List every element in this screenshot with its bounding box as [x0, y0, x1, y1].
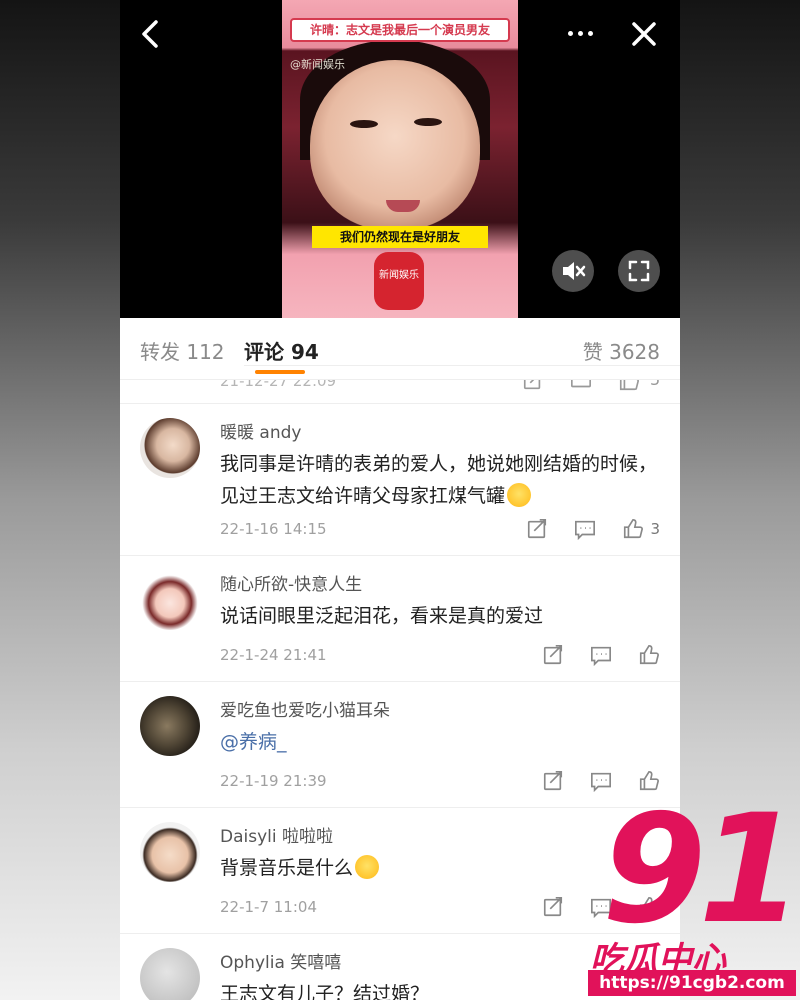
video-subtitle: 我们仍然现在是好朋友 [312, 226, 488, 248]
close-button[interactable] [626, 16, 662, 52]
partial-comment-row: 21-12-27 22:09 5 [120, 380, 680, 404]
like-icon [639, 645, 659, 665]
comment-timestamp: 21-12-27 22:09 [220, 380, 337, 390]
comment-icon[interactable] [570, 380, 592, 396]
comment-timestamp: 22-1-19 21:39 [220, 772, 327, 790]
like-icon [639, 771, 659, 791]
comment-text-body: 背景音乐是什么 [220, 857, 354, 879]
repost-icon[interactable] [522, 380, 544, 396]
comment-tabs: 转发 112 评论 94 赞 3628 [120, 318, 680, 380]
pleading-emoji-icon [355, 854, 380, 879]
comment-item[interactable]: 爱吃鱼也爱吃小猫耳朵 @养病_ 22-1-19 21:39 [120, 682, 680, 808]
fullscreen-button[interactable] [618, 250, 660, 292]
comment-actions [542, 896, 660, 918]
comment-username[interactable]: Daisyli 啦啦啦 [220, 822, 333, 847]
repost-icon [543, 897, 563, 917]
active-tab-indicator [255, 370, 305, 374]
fullscreen-icon [628, 260, 650, 282]
comment-mention-link[interactable]: @养病_ [220, 726, 660, 758]
mascot-logo: 新闻娱乐 [374, 252, 424, 310]
dot-icon [567, 30, 573, 36]
tab-like[interactable]: 赞 3628 [583, 336, 660, 365]
avatar[interactable] [140, 696, 200, 756]
like-count: 5 [650, 380, 660, 389]
speaker-muted-icon [563, 262, 586, 280]
comment-item[interactable]: 暖暖 andy 我同事是许晴的表弟的爱人，她说她刚结婚的时候，见过王志文给许晴父… [120, 404, 680, 556]
comment-text: 王志文有儿子？结过婚？ [220, 983, 430, 1000]
comment-list: 暖暖 andy 我同事是许晴的表弟的爱人，她说她刚结婚的时候，见过王志文给许晴父… [120, 404, 680, 1000]
comment-text-body: 我同事是许晴的表弟的爱人，她说她刚结婚的时候，见过王志文给许晴父母家扛煤气罐 [220, 453, 658, 507]
repost-button[interactable] [542, 644, 564, 666]
comment-icon [591, 898, 611, 918]
comment-icon [591, 646, 611, 666]
comment-username[interactable]: 随心所欲-快意人生 [220, 570, 362, 595]
like-icon[interactable] [618, 380, 640, 396]
dot-icon [587, 30, 593, 36]
avatar[interactable] [140, 570, 200, 630]
comment-text: 我同事是许晴的表弟的爱人，她说她刚结婚的时候，见过王志文给许晴父母家扛煤气罐 [220, 448, 660, 512]
tab-repost[interactable]: 转发 112 [140, 336, 225, 365]
avatar[interactable] [140, 948, 200, 1000]
like-icon [639, 897, 659, 917]
like-count: 3 [650, 520, 660, 538]
mute-button[interactable] [552, 250, 594, 292]
reply-button[interactable] [574, 518, 596, 540]
like-button[interactable] [638, 896, 660, 918]
video-source-watermark: @新闻娱乐 [290, 58, 345, 71]
comment-item[interactable]: 随心所欲-快意人生 说话间眼里泛起泪花，看来是真的爱过 22-1-24 21:4… [120, 556, 680, 682]
phone-screen: 许晴：志文是我最后一个演员男友 @新闻娱乐 我们仍然现在是好朋友 新闻娱乐 转发… [120, 0, 680, 1000]
reply-button[interactable] [590, 896, 612, 918]
back-button[interactable] [134, 16, 170, 52]
repost-button[interactable] [542, 770, 564, 792]
reply-button[interactable] [590, 770, 612, 792]
dot-icon [577, 30, 583, 36]
comment-username[interactable]: 爱吃鱼也爱吃小猫耳朵 [220, 696, 390, 721]
back-arrow-icon [142, 20, 158, 48]
comment-item[interactable]: Daisyli 啦啦啦 背景音乐是什么 22-1-7 11:04 [120, 808, 680, 934]
comment-icon [591, 772, 611, 792]
avatar[interactable] [140, 418, 200, 478]
comment-text: 背景音乐是什么 [220, 852, 660, 884]
more-options-button[interactable] [560, 18, 600, 48]
comment-timestamp: 22-1-7 11:04 [220, 898, 317, 916]
repost-icon [543, 645, 563, 665]
repost-icon [528, 519, 547, 539]
video-player[interactable]: 许晴：志文是我最后一个演员男友 @新闻娱乐 我们仍然现在是好朋友 新闻娱乐 [120, 0, 680, 318]
comment-timestamp: 22-1-16 14:15 [220, 520, 327, 538]
like-button[interactable] [638, 770, 660, 792]
thumbnail-eye [414, 118, 442, 126]
comment-icon [575, 520, 596, 540]
repost-button[interactable] [526, 518, 548, 540]
like-button[interactable]: 3 [622, 518, 660, 540]
laughing-emoji-icon [507, 482, 532, 507]
video-banner-text: 许晴：志文是我最后一个演员男友 [290, 18, 510, 42]
like-button[interactable] [638, 644, 660, 666]
thumbnail-eye [350, 120, 378, 128]
close-icon [632, 22, 656, 46]
reply-button[interactable] [590, 644, 612, 666]
comment-username[interactable]: Ophylia 笑嘻嘻 [220, 948, 341, 973]
comment-item[interactable]: Ophylia 笑嘻嘻 王志文有儿子？结过婚？ [120, 934, 680, 1000]
like-icon [624, 519, 644, 539]
comment-actions [542, 644, 660, 666]
repost-icon [543, 771, 563, 791]
comment-timestamp: 22-1-24 21:41 [220, 646, 327, 664]
comment-actions [542, 770, 660, 792]
comment-text: 说话间眼里泛起泪花，看来是真的爱过 [220, 605, 544, 627]
avatar[interactable] [140, 822, 200, 882]
repost-button[interactable] [542, 896, 564, 918]
comment-username[interactable]: 暖暖 andy [220, 418, 301, 443]
video-thumbnail[interactable]: 许晴：志文是我最后一个演员男友 @新闻娱乐 我们仍然现在是好朋友 新闻娱乐 [282, 0, 518, 318]
comment-actions: 3 [526, 518, 660, 540]
